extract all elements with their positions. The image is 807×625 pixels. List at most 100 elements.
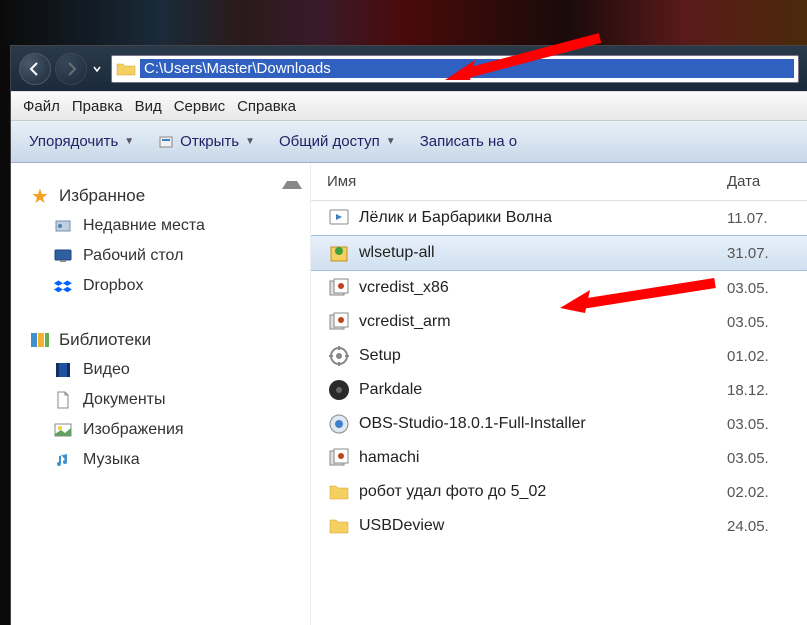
file-name: Лёлик и Барбарики Волна <box>359 209 727 227</box>
file-row[interactable]: wlsetup-all31.07. <box>311 235 807 271</box>
installer-icon <box>327 446 351 470</box>
folder-icon <box>116 61 136 77</box>
back-button[interactable] <box>19 53 51 85</box>
libraries-header[interactable]: Библиотеки <box>23 325 298 355</box>
dropbox-icon <box>53 276 73 296</box>
explorer-window: Файл Правка Вид Сервис Справка Упорядочи… <box>10 45 807 625</box>
sidebar-item-dropbox[interactable]: Dropbox <box>23 271 298 301</box>
share-button[interactable]: Общий доступ ▼ <box>279 133 396 150</box>
file-row[interactable]: Setup01.02. <box>311 339 807 373</box>
sidebar-item-video[interactable]: Видео <box>23 355 298 385</box>
chevron-down-icon <box>93 65 101 73</box>
desktop-background <box>0 0 807 45</box>
file-row[interactable]: Лёлик и Барбарики Волна11.07. <box>311 201 807 235</box>
installer-icon <box>327 276 351 300</box>
column-name[interactable]: Имя <box>327 173 727 190</box>
file-date: 03.05. <box>727 450 807 467</box>
arrow-right-icon <box>63 61 79 77</box>
documents-icon <box>53 390 73 410</box>
burn-button[interactable]: Записать на о <box>420 133 517 150</box>
file-name: hamachi <box>359 449 727 467</box>
favorites-label: Избранное <box>59 186 145 206</box>
menu-file[interactable]: Файл <box>23 98 60 115</box>
pictures-label: Изображения <box>83 421 184 439</box>
file-name: wlsetup-all <box>359 244 727 262</box>
recent-label: Недавние места <box>83 217 205 235</box>
file-date: 18.12. <box>727 382 807 399</box>
sidebar-item-recent[interactable]: Недавние места <box>23 211 298 241</box>
file-list: Лёлик и Барбарики Волна11.07.wlsetup-all… <box>311 201 807 625</box>
file-name: Setup <box>359 347 727 365</box>
file-date: 11.07. <box>727 210 807 227</box>
disc-icon <box>327 378 351 402</box>
file-list-area: Имя Дата Лёлик и Барбарики Волна11.07.wl… <box>311 163 807 625</box>
star-icon: ★ <box>29 185 51 207</box>
file-date: 02.02. <box>727 484 807 501</box>
column-headers: Имя Дата <box>311 163 807 201</box>
open-icon <box>158 134 174 150</box>
libraries-label: Библиотеки <box>59 330 151 350</box>
video-label: Видео <box>83 361 130 379</box>
file-row[interactable]: робот удал фото до 5_0202.02. <box>311 475 807 509</box>
open-button[interactable]: Открыть ▼ <box>158 133 255 150</box>
libraries-icon <box>29 329 51 351</box>
folder-icon <box>327 480 351 504</box>
open-label: Открыть <box>180 133 239 150</box>
burn-label: Записать на о <box>420 133 517 150</box>
installer-icon <box>327 310 351 334</box>
file-date: 01.02. <box>727 348 807 365</box>
forward-button[interactable] <box>55 53 87 85</box>
share-label: Общий доступ <box>279 133 380 150</box>
file-name: робот удал фото до 5_02 <box>359 483 727 501</box>
music-icon <box>53 450 73 470</box>
file-row[interactable]: USBDeview24.05. <box>311 509 807 543</box>
menu-edit[interactable]: Правка <box>72 98 123 115</box>
chevron-down-icon: ▼ <box>386 136 396 147</box>
folder-icon <box>327 514 351 538</box>
sidebar: ★ Избранное Недавние места Рабочий стол <box>11 163 311 625</box>
favorites-group: ★ Избранное Недавние места Рабочий стол <box>23 181 298 301</box>
organize-button[interactable]: Упорядочить ▼ <box>29 133 134 150</box>
sidebar-item-pictures[interactable]: Изображения <box>23 415 298 445</box>
menu-tools[interactable]: Сервис <box>174 98 225 115</box>
chevron-down-icon: ▼ <box>245 136 255 147</box>
menu-help[interactable]: Справка <box>237 98 296 115</box>
annotation-arrow-2 <box>555 275 725 325</box>
sidebar-item-desktop[interactable]: Рабочий стол <box>23 241 298 271</box>
content-area: ★ Избранное Недавние места Рабочий стол <box>11 163 807 625</box>
file-date: 03.05. <box>727 416 807 433</box>
file-date: 03.05. <box>727 314 807 331</box>
file-date: 03.05. <box>727 280 807 297</box>
sidebar-item-documents[interactable]: Документы <box>23 385 298 415</box>
desktop-icon <box>53 246 73 266</box>
file-date: 31.07. <box>727 245 807 262</box>
libraries-group: Библиотеки Видео Документы <box>23 325 298 475</box>
column-date[interactable]: Дата <box>727 173 807 190</box>
documents-label: Документы <box>83 391 165 409</box>
pictures-icon <box>53 420 73 440</box>
menu-view[interactable]: Вид <box>135 98 162 115</box>
file-name: USBDeview <box>359 517 727 535</box>
nav-dropdown[interactable] <box>91 63 103 75</box>
dropbox-label: Dropbox <box>83 277 143 295</box>
music-label: Музыка <box>83 451 140 469</box>
menu-bar: Файл Правка Вид Сервис Справка <box>11 91 807 121</box>
installer-blue-icon <box>327 412 351 436</box>
desktop-label: Рабочий стол <box>83 247 183 265</box>
favorites-header[interactable]: ★ Избранное <box>23 181 298 211</box>
organize-label: Упорядочить <box>29 133 118 150</box>
file-row[interactable]: hamachi03.05. <box>311 441 807 475</box>
annotation-arrow-1 <box>440 30 610 90</box>
media-icon <box>327 206 351 230</box>
recent-places-icon <box>53 216 73 236</box>
toolbar: Упорядочить ▼ Открыть ▼ Общий доступ ▼ З… <box>11 121 807 163</box>
navigation-bar <box>11 46 807 91</box>
file-name: Parkdale <box>359 381 727 399</box>
file-name: OBS-Studio-18.0.1-Full-Installer <box>359 415 727 433</box>
file-row[interactable]: OBS-Studio-18.0.1-Full-Installer03.05. <box>311 407 807 441</box>
sidebar-item-music[interactable]: Музыка <box>23 445 298 475</box>
arrow-left-icon <box>27 61 43 77</box>
file-row[interactable]: Parkdale18.12. <box>311 373 807 407</box>
installer-green-icon <box>327 241 351 265</box>
gear-icon <box>327 344 351 368</box>
